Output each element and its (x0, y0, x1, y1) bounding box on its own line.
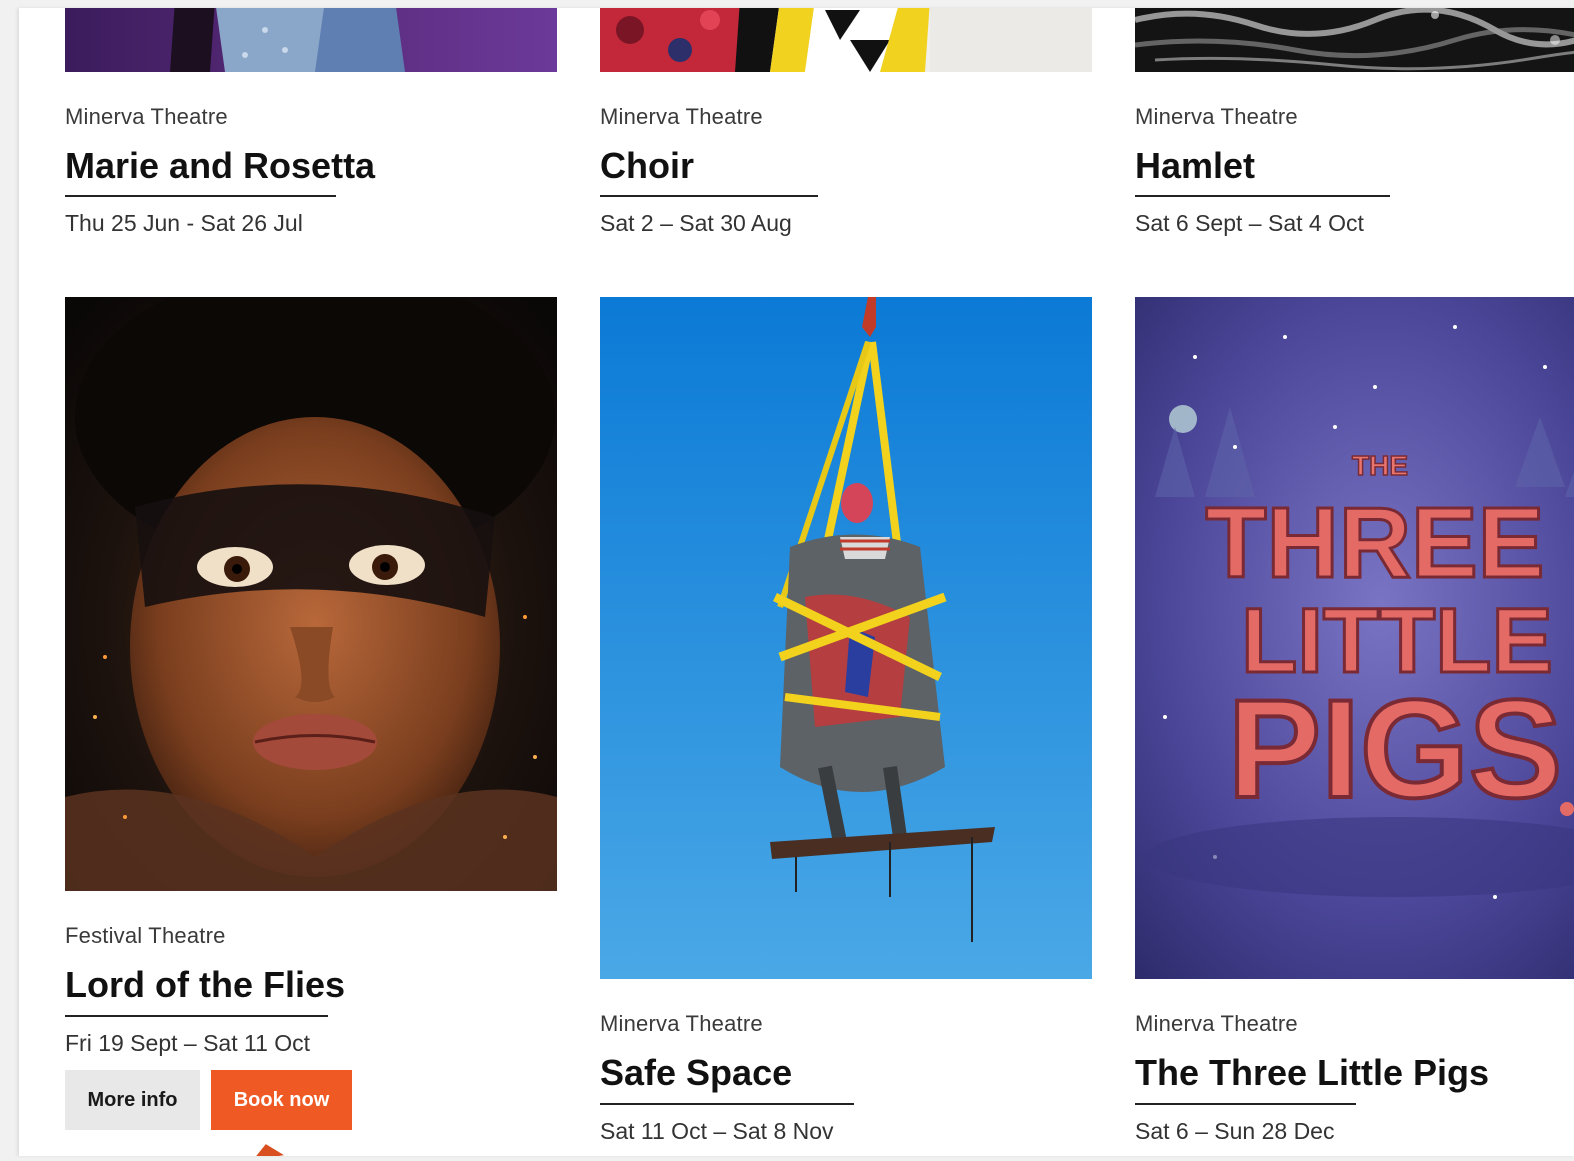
show-venue: Festival Theatre (65, 923, 226, 948)
show-card-lord-of-the-flies[interactable]: Festival Theatre Lord of the Flies Fri 1… (65, 297, 557, 1156)
show-venue: Minerva Theatre (600, 1011, 763, 1036)
show-image-safe-space[interactable] (600, 297, 1092, 979)
show-venue: Minerva Theatre (1135, 1011, 1298, 1036)
poster-text-three: THREE (1206, 487, 1545, 599)
show-venue: Minerva Theatre (600, 104, 763, 129)
title-underline (1135, 1103, 1356, 1105)
show-image-three-little-pigs[interactable]: THE THREE LITTLE PIGS (1135, 297, 1574, 979)
show-title[interactable]: Safe Space (600, 1052, 792, 1094)
show-image-hamlet[interactable] (1135, 8, 1574, 72)
show-title[interactable]: Choir (600, 145, 694, 187)
show-card-three-little-pigs[interactable]: THE THREE LITTLE PIGS Minerva Theatre Th… (1135, 297, 1574, 1156)
title-underline (1135, 195, 1390, 197)
book-now-button[interactable]: Book now (211, 1070, 352, 1130)
show-dates: Sat 6 Sept – Sat 4 Oct (1135, 210, 1364, 236)
show-title[interactable]: The Three Little Pigs (1135, 1052, 1489, 1094)
show-card-hamlet[interactable]: Minerva Theatre Hamlet Sat 6 Sept – Sat … (1135, 8, 1574, 240)
show-venue: Minerva Theatre (1135, 104, 1298, 129)
show-dates: Fri 19 Sept – Sat 11 Oct (65, 1030, 311, 1056)
title-underline (65, 195, 336, 197)
show-title[interactable]: Marie and Rosetta (65, 145, 375, 187)
poster-text-pigs: PIGS (1228, 670, 1563, 827)
whats-on-page: Minerva Theatre Marie and Rosetta Thu 25… (19, 8, 1574, 1156)
show-title[interactable]: Hamlet (1135, 145, 1255, 187)
show-card-safe-space[interactable]: Minerva Theatre Safe Space Sat 11 Oct – … (600, 297, 1092, 1156)
show-venue: Minerva Theatre (65, 104, 228, 129)
poster-text-the: THE (1352, 450, 1408, 481)
more-info-button[interactable]: More info (65, 1070, 200, 1130)
mouse-pointer-icon (250, 1141, 284, 1156)
title-underline (65, 1015, 328, 1017)
show-card-choir[interactable]: Minerva Theatre Choir Sat 2 – Sat 30 Aug (600, 8, 1092, 240)
show-image-choir[interactable] (600, 8, 1092, 72)
show-image-marie-and-rosetta[interactable] (65, 8, 557, 72)
show-dates: Thu 25 Jun - Sat 26 Jul (65, 210, 303, 236)
show-title[interactable]: Lord of the Flies (65, 964, 345, 1006)
show-dates: Sat 2 – Sat 30 Aug (600, 210, 792, 236)
show-dates: Sat 11 Oct – Sat 8 Nov (600, 1118, 834, 1144)
show-card-marie-and-rosetta[interactable]: Minerva Theatre Marie and Rosetta Thu 25… (65, 8, 557, 240)
show-image-lord-of-the-flies[interactable] (65, 297, 557, 891)
show-dates: Sat 6 – Sun 28 Dec (1135, 1118, 1335, 1144)
title-underline (600, 195, 818, 197)
title-underline (600, 1103, 854, 1105)
